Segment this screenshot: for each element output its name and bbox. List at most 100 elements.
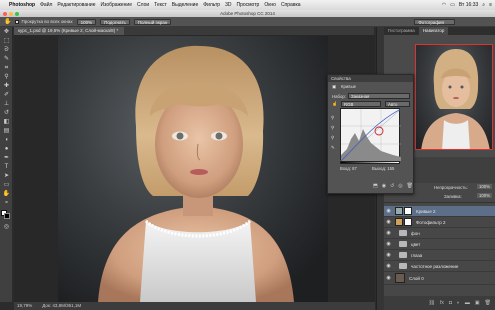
visibility-eye-icon[interactable]: ◉ bbox=[384, 241, 393, 247]
layer-mask-thumb[interactable] bbox=[404, 218, 412, 226]
link-icon[interactable]: ⛓ bbox=[429, 300, 435, 306]
visibility-icon[interactable]: ◎ bbox=[398, 183, 402, 191]
menu-window[interactable]: Окно bbox=[264, 2, 276, 8]
new-group-icon[interactable]: ▬ bbox=[465, 300, 470, 306]
view-previous-icon[interactable]: ◉ bbox=[382, 183, 386, 191]
eyedropper-tool-icon[interactable]: ⚲ bbox=[2, 73, 11, 81]
marquee-tool-icon[interactable]: ⬚ bbox=[2, 37, 11, 45]
reset-icon[interactable]: ↺ bbox=[390, 183, 394, 191]
minimize-icon[interactable] bbox=[9, 11, 13, 16]
dodge-tool-icon[interactable]: ● bbox=[2, 145, 11, 153]
move-tool-icon[interactable]: ✥ bbox=[2, 28, 11, 36]
menu-file[interactable]: Файл bbox=[40, 2, 52, 8]
blur-tool-icon[interactable]: ◖ bbox=[2, 136, 11, 144]
properties-tab[interactable]: Свойства bbox=[331, 76, 351, 81]
checkbox-box[interactable] bbox=[15, 19, 20, 24]
trash-icon[interactable]: 🗑 bbox=[407, 183, 413, 191]
layer-row-group-background[interactable]: ◉ фон bbox=[384, 228, 495, 239]
layer-row-curves-2[interactable]: ◉ Кривые 2 bbox=[384, 206, 495, 217]
visibility-eye-icon[interactable]: ◉ bbox=[384, 252, 393, 258]
layer-mask-thumb[interactable] bbox=[404, 207, 412, 215]
gradient-tool-icon[interactable]: ▤ bbox=[2, 127, 11, 135]
fx-icon[interactable]: fx bbox=[440, 300, 444, 306]
brush-tool-icon[interactable]: ✐ bbox=[2, 91, 11, 99]
layer-row-group-eyes[interactable]: ◉ глаза bbox=[384, 250, 495, 261]
layer-row-group-color[interactable]: ◉ цвет bbox=[384, 239, 495, 250]
menu-app-name[interactable]: Photoshop bbox=[9, 2, 35, 8]
finger-tool-icon[interactable]: ☝ bbox=[332, 101, 337, 107]
menu-help[interactable]: Справка bbox=[281, 2, 301, 8]
eyedropper-gray-icon[interactable]: ⚲ bbox=[331, 125, 334, 131]
add-mask-icon[interactable]: ◘ bbox=[449, 300, 452, 306]
menu-3d[interactable]: 3D bbox=[225, 2, 231, 8]
visibility-eye-icon[interactable]: ◉ bbox=[384, 208, 393, 214]
doc-size[interactable]: Док: 43,8M/361,1M bbox=[42, 302, 81, 310]
visibility-eye-icon[interactable]: ◉ bbox=[384, 219, 393, 225]
tab-navigator[interactable]: Навигатор bbox=[418, 27, 449, 35]
zoom-tool-icon[interactable]: ⚬ bbox=[2, 199, 11, 207]
path-select-tool-icon[interactable]: ➤ bbox=[2, 172, 11, 180]
visibility-eye-icon[interactable]: ◉ bbox=[384, 275, 393, 281]
curves-title: Кривые bbox=[341, 84, 357, 89]
list-icon[interactable]: ≡ bbox=[489, 2, 492, 8]
fill-field[interactable]: 100% bbox=[477, 193, 492, 198]
auto-button[interactable]: Авто bbox=[385, 101, 410, 107]
stamp-tool-icon[interactable]: ⊥ bbox=[2, 100, 11, 108]
menu-image[interactable]: Изображение bbox=[101, 2, 133, 8]
menu-edit[interactable]: Редактирование bbox=[57, 2, 95, 8]
lasso-tool-icon[interactable]: ᘐ bbox=[2, 46, 11, 54]
document-tab[interactable]: курс_1.psd @ 19,6% (Кривые 2, Слой-маска… bbox=[14, 27, 125, 35]
search-icon[interactable]: ⌕ bbox=[482, 2, 485, 8]
layer-row-group-frequency[interactable]: ◉ частотное разложение bbox=[384, 261, 495, 272]
menu-select[interactable]: Выделение bbox=[172, 2, 199, 8]
menu-view[interactable]: Просмотр bbox=[236, 2, 259, 8]
scroll-all-checkbox[interactable]: Прокрутка во всех окнах bbox=[15, 19, 73, 24]
crop-tool-icon[interactable]: ⌗ bbox=[2, 64, 11, 72]
quick-mask-icon[interactable]: ◎ bbox=[2, 223, 11, 231]
eraser-tool-icon[interactable]: ◧ bbox=[2, 118, 11, 126]
portrait-photo[interactable] bbox=[58, 36, 328, 302]
wifi-icon[interactable]: ◠ bbox=[442, 2, 446, 8]
zoom-icon[interactable] bbox=[15, 11, 19, 16]
close-icon[interactable] bbox=[3, 11, 7, 16]
curve-pencil-icon[interactable]: ✎ bbox=[331, 145, 335, 151]
hand-tool-icon[interactable]: ✋ bbox=[4, 18, 11, 25]
menu-type[interactable]: Текст bbox=[154, 2, 167, 8]
zoom-level[interactable]: 19,79% bbox=[17, 302, 32, 310]
healing-tool-icon[interactable]: ✚ bbox=[2, 82, 11, 90]
menubar-clock[interactable]: Вт 16:33 bbox=[459, 2, 478, 8]
shape-tool-icon[interactable]: ▭ bbox=[2, 181, 11, 189]
fit-screen-button[interactable]: Подогнать bbox=[100, 18, 130, 25]
adjustment-layer-icon[interactable]: ◐ bbox=[457, 300, 460, 306]
background-color-swatch[interactable] bbox=[4, 213, 10, 219]
menu-layers[interactable]: Слои bbox=[137, 2, 149, 8]
eyedropper-black-icon[interactable]: ⚲ bbox=[331, 115, 334, 121]
visibility-eye-icon[interactable]: ◉ bbox=[384, 230, 393, 236]
eyedropper-white-icon[interactable]: ⚲ bbox=[331, 135, 334, 141]
opacity-field[interactable]: 100% bbox=[477, 184, 492, 189]
history-brush-tool-icon[interactable]: ↺ bbox=[2, 109, 11, 117]
visibility-eye-icon[interactable]: ◉ bbox=[384, 263, 393, 269]
navigator-thumbnail[interactable] bbox=[415, 44, 493, 150]
pen-tool-icon[interactable]: ✒ bbox=[2, 154, 11, 162]
channel-select[interactable]: RGB bbox=[341, 101, 381, 107]
output-value[interactable]: Выход: 155 bbox=[372, 166, 394, 171]
preset-select[interactable]: Заказная bbox=[348, 93, 410, 99]
layer-row-layer-0[interactable]: ◉ Слой 0 bbox=[384, 272, 495, 285]
input-value[interactable]: Вход: 87 bbox=[340, 166, 357, 171]
battery-icon[interactable]: ▭ bbox=[450, 2, 455, 8]
zoom-100-button[interactable]: 100% bbox=[76, 18, 97, 25]
menu-filter[interactable]: Фильтр bbox=[203, 2, 220, 8]
tab-histogram[interactable]: Гистограмма bbox=[384, 27, 419, 35]
clip-icon[interactable]: ⬒ bbox=[373, 183, 378, 191]
workspace-select[interactable]: Фотография bbox=[414, 19, 455, 25]
curves-graph[interactable] bbox=[340, 108, 402, 162]
quick-select-tool-icon[interactable]: ✎ bbox=[2, 55, 11, 63]
new-layer-icon[interactable]: ▣ bbox=[475, 300, 480, 306]
fill-screen-button[interactable]: Полный экран bbox=[133, 18, 172, 25]
type-tool-icon[interactable]: T bbox=[2, 163, 11, 171]
hand-tool-icon[interactable]: ✋ bbox=[2, 190, 11, 198]
color-swatches[interactable] bbox=[1, 210, 11, 220]
trash-icon[interactable]: 🗑 bbox=[485, 300, 491, 306]
layer-row-photo-filter-2[interactable]: ◉ Фотофильтр 2 bbox=[384, 217, 495, 228]
